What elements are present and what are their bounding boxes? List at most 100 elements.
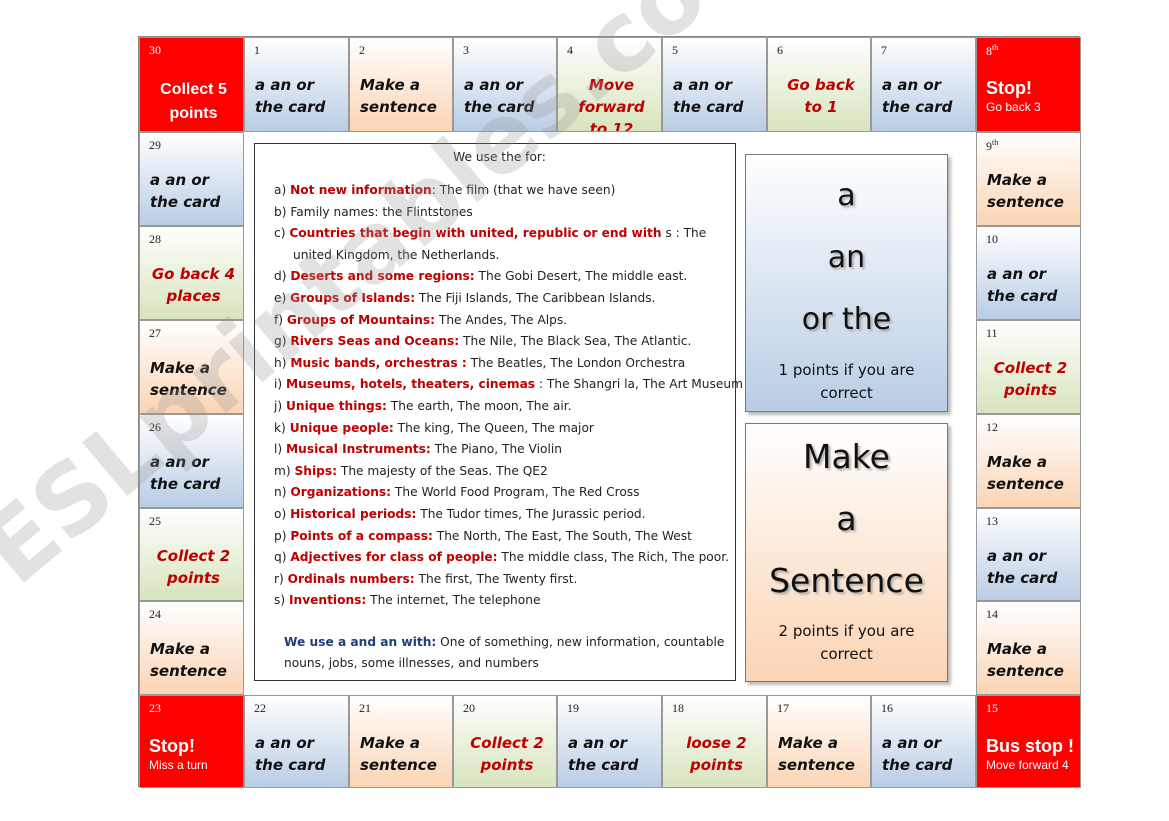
square-text: a an or the card — [568, 734, 639, 774]
rule-text: The Gobi Desert, The middle east. — [474, 269, 688, 284]
square-number: 19 — [567, 701, 579, 715]
square-29[interactable]: 29 a an or the card — [139, 132, 244, 226]
rule-text: The internet, The telephone — [366, 593, 541, 608]
square-label: a an or the card — [673, 74, 760, 118]
square-text: Go back to 1 — [787, 76, 855, 116]
square-label: a an or the card — [150, 169, 237, 213]
square-3[interactable]: 3 a an or the card — [453, 37, 557, 132]
rule-item: a) Not new information: The film (that w… — [274, 180, 725, 202]
ordinal-suffix: th — [992, 43, 999, 52]
square-1[interactable]: 1 a an or the card — [244, 37, 349, 132]
rule-text: The Nile, The Black Sea, The Atlantic. — [459, 334, 692, 349]
square-number: 28 — [149, 232, 161, 246]
square-7[interactable]: 7 a an or the card — [871, 37, 976, 132]
rule-marker: j) — [274, 398, 283, 413]
square-subtext: Go back 3 — [986, 100, 1041, 114]
rule-item: b) Family names: the Flintstones — [274, 202, 725, 224]
square-19[interactable]: 19 a an or the card — [557, 695, 662, 788]
square-12[interactable]: 12 Make a sentence — [976, 414, 1081, 508]
square-9[interactable]: 9th Make a sentence — [976, 132, 1081, 226]
rule-item: o) Historical periods: The Tudor times, … — [274, 504, 725, 526]
square-text: a an or the card — [464, 76, 535, 116]
card-line: Sentence — [769, 561, 924, 600]
square-4[interactable]: 4 Move forward to 12 — [557, 37, 662, 132]
rule-item: g) Rivers Seas and Oceans: The Nile, The… — [274, 331, 725, 353]
square-5[interactable]: 5 a an or the card — [662, 37, 767, 132]
square-11[interactable]: 11 Collect 2 points — [976, 320, 1081, 414]
square-text: Stop! — [986, 78, 1032, 98]
sentence-card[interactable]: Make a Sentence 2 points if you are corr… — [745, 423, 948, 682]
card-line: Make — [803, 437, 890, 476]
rules-list: a) Not new information: The film (that w… — [274, 180, 743, 612]
square-label: a an or the card — [150, 451, 237, 495]
square-14[interactable]: 14 Make a sentence — [976, 601, 1081, 695]
square-text: Make a sentence — [778, 734, 855, 774]
rule-key: Museums, hotels, theaters, cinemas — [286, 377, 536, 392]
rule-key: Groups of Mountains: — [286, 312, 436, 327]
card-points: 2 points if you are correct — [778, 622, 915, 663]
rule-key: Points of a compass: — [290, 528, 433, 543]
square-20[interactable]: 20 Collect 2 points — [453, 695, 557, 788]
rule-marker: r) — [274, 571, 284, 586]
square-28[interactable]: 28 Go back 4 places — [139, 226, 244, 320]
square-number: 23 — [149, 701, 161, 715]
rule-marker: a) — [274, 183, 287, 197]
square-25[interactable]: 25 Collect 2 points — [139, 508, 244, 601]
square-number: 4 — [567, 43, 573, 57]
rule-text: The earth, The moon, The air. — [386, 398, 572, 413]
square-number: 11 — [986, 326, 998, 340]
square-13[interactable]: 13 a an or the card — [976, 508, 1081, 601]
square-15[interactable]: 15 Bus stop ! Move forward 4 — [976, 695, 1081, 788]
square-16[interactable]: 16 a an or the card — [871, 695, 976, 788]
rule-item: i) Museums, hotels, theaters, cinemas : … — [274, 374, 743, 396]
rule-key: Ships: — [294, 463, 337, 478]
square-30[interactable]: 30 Collect 5 points — [139, 37, 244, 132]
rule-item: j) Unique things: The earth, The moon, T… — [274, 396, 725, 418]
square-label: Move forward to 12 — [568, 74, 655, 132]
rule-item: n) Organizations: The World Food Program… — [274, 482, 725, 504]
rule-key: Organizations: — [290, 485, 392, 500]
square-number: 29 — [149, 138, 161, 152]
rule-text: : The film (that we have seen) — [431, 183, 616, 197]
rule-item: r) Ordinals numbers: The first, The Twen… — [274, 569, 725, 591]
rule-marker: n) — [274, 485, 287, 500]
square-26[interactable]: 26 a an or the card — [139, 414, 244, 508]
square-text: a an or the card — [255, 76, 326, 116]
square-6[interactable]: 6 Go back to 1 — [767, 37, 871, 132]
square-24[interactable]: 24 Make a sentence — [139, 601, 244, 695]
square-text: Stop! — [149, 736, 195, 756]
square-27[interactable]: 27 Make a sentence — [139, 320, 244, 414]
square-label: Make a sentence — [987, 169, 1074, 213]
rule-marker: e) — [274, 290, 287, 305]
square-number: 30 — [149, 43, 161, 57]
square-label: Make a sentence — [150, 638, 237, 682]
square-8[interactable]: 8th Stop! Go back 3 — [976, 37, 1081, 132]
square-label: a an or the card — [987, 263, 1074, 307]
rule-text: s : The — [661, 226, 707, 241]
square-2[interactable]: 2 Make a sentence — [349, 37, 453, 132]
rule-key: Historical periods: — [290, 506, 417, 521]
rule-item: d) Deserts and some regions: The Gobi De… — [274, 266, 725, 288]
rule-marker: h) — [274, 355, 287, 370]
card-line: an — [827, 240, 866, 275]
square-label: Collect 2 points — [987, 357, 1074, 401]
square-number: 25 — [149, 514, 161, 528]
rule-item: c) Countries that begin with united, rep… — [274, 223, 725, 245]
square-22[interactable]: 22 a an or the card — [244, 695, 349, 788]
square-label: Collect 2 points — [464, 732, 550, 776]
square-10[interactable]: 10 a an or the card — [976, 226, 1081, 320]
square-label: Make a sentence — [987, 638, 1074, 682]
square-21[interactable]: 21 Make a sentence — [349, 695, 453, 788]
square-18[interactable]: 18 loose 2 points — [662, 695, 767, 788]
rule-marker: m) — [274, 463, 291, 478]
articles-card[interactable]: a an or the 1 points if you are correct — [745, 154, 948, 412]
square-label: Go back to 1 — [778, 74, 864, 118]
rule-marker: l) — [274, 442, 283, 457]
square-number: 7 — [881, 43, 887, 57]
square-label: Make a sentence — [360, 74, 446, 118]
square-23[interactable]: 23 Stop! Miss a turn — [139, 695, 244, 788]
square-17[interactable]: 17 Make a sentence — [767, 695, 871, 788]
rules-heading: We use the for: — [453, 150, 546, 164]
square-text: a an or the card — [987, 547, 1058, 587]
square-text: Move forward to 12 — [578, 76, 645, 132]
